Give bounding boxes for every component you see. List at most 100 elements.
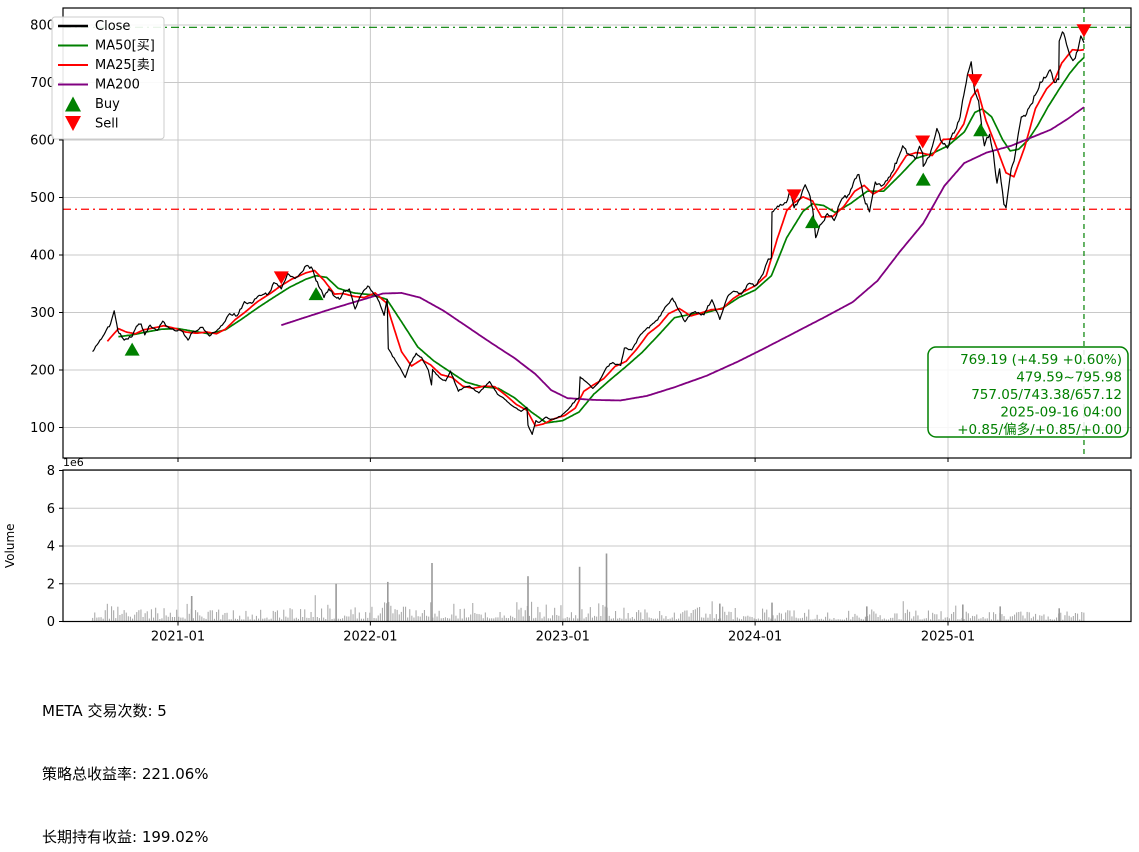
- legend-label: Sell: [95, 117, 118, 132]
- trade-count-line: META 交易次数: 5: [42, 702, 167, 720]
- volume-bar: [344, 615, 346, 622]
- volume-bar: [98, 617, 100, 622]
- volume-bar: [106, 603, 108, 622]
- volume-bar: [967, 613, 969, 622]
- volume-bar: [785, 612, 787, 622]
- volume-spike-bar: [527, 576, 529, 622]
- y-tick-label: 600: [30, 134, 55, 149]
- volume-bar: [608, 615, 610, 622]
- volume-spike-bar: [999, 606, 1001, 622]
- volume-bar: [176, 609, 178, 622]
- volume-bar: [896, 613, 898, 622]
- volume-bar: [852, 616, 854, 622]
- volume-bar: [512, 616, 514, 622]
- volume-bar: [615, 611, 617, 622]
- volume-bar: [352, 614, 354, 622]
- volume-bar: [816, 614, 818, 622]
- volume-bar: [426, 615, 428, 622]
- volume-bar: [468, 617, 470, 622]
- volume-bar: [283, 609, 285, 622]
- volume-bar: [690, 613, 692, 622]
- volume-spike-bar: [771, 602, 773, 622]
- volume-bar: [451, 614, 453, 622]
- volume-tick-label: 8: [47, 464, 55, 479]
- volume-bar: [392, 613, 394, 622]
- volume-bar: [528, 615, 530, 622]
- volume-bar: [827, 612, 829, 622]
- y-tick-label: 500: [30, 191, 55, 206]
- volume-bar: [953, 612, 955, 622]
- volume-bar: [927, 610, 929, 622]
- volume-bar: [1022, 615, 1024, 622]
- volume-bar: [310, 612, 312, 622]
- volume-bar: [848, 610, 850, 622]
- volume-bar: [1070, 617, 1072, 622]
- annotation-line: 757.05/743.38/657.12: [971, 387, 1122, 403]
- volume-bar: [144, 613, 146, 622]
- volume-bar: [879, 615, 881, 622]
- volume-bar: [644, 609, 646, 622]
- volume-bar: [285, 616, 287, 622]
- volume-bar: [864, 616, 866, 622]
- volume-bar: [776, 615, 778, 622]
- volume-bar: [123, 610, 125, 622]
- volume-bar: [854, 613, 856, 622]
- volume-bar: [728, 611, 730, 622]
- annotation-line: 769.19 (+4.59 +0.60%): [960, 352, 1122, 368]
- volume-bar: [134, 614, 136, 622]
- volume-bar: [982, 617, 984, 622]
- volume-bar: [140, 609, 142, 622]
- volume-bar: [787, 610, 789, 622]
- volume-bar: [917, 615, 919, 622]
- volume-bar: [390, 605, 392, 622]
- volume-bar: [245, 610, 247, 622]
- volume-bar: [751, 617, 753, 622]
- volume-bar: [495, 617, 497, 622]
- volume-bar: [409, 609, 411, 622]
- volume-bar: [394, 609, 396, 622]
- volume-bar: [1081, 612, 1083, 622]
- volume-bar: [302, 617, 304, 622]
- volume-bar: [480, 614, 482, 622]
- volume-bar: [1072, 616, 1074, 622]
- volume-bar: [955, 605, 957, 622]
- volume-bar: [1009, 616, 1011, 622]
- volume-bar: [113, 610, 115, 622]
- y-tick-label: 200: [30, 364, 55, 379]
- volume-bar: [589, 607, 591, 622]
- volume-bar: [138, 610, 140, 622]
- y-tick-label: 400: [30, 249, 55, 264]
- volume-bar: [636, 612, 638, 622]
- volume-bar: [354, 607, 356, 622]
- volume-bar: [1026, 611, 1028, 622]
- volume-bar: [705, 613, 707, 622]
- volume-spike-bar: [866, 606, 868, 622]
- sell-marker: [915, 135, 931, 149]
- volume-tick-label: 4: [47, 540, 55, 555]
- volume-bar: [743, 616, 745, 622]
- volume-bar: [724, 611, 726, 622]
- volume-bar: [524, 610, 526, 622]
- volume-bar: [522, 616, 524, 622]
- volume-bar: [726, 615, 728, 622]
- volume-bar: [150, 609, 152, 622]
- volume-bar: [913, 616, 915, 622]
- volume-bar: [111, 606, 113, 622]
- volume-bar: [510, 615, 512, 622]
- annotation-line: +0.85/偏多/+0.85/+0.00: [957, 421, 1122, 438]
- volume-spike-bar: [1058, 608, 1060, 622]
- volume-bar: [1060, 612, 1062, 622]
- volume-bar: [789, 610, 791, 622]
- volume-bar: [197, 612, 199, 622]
- volume-bar: [715, 614, 717, 622]
- volume-bar: [239, 615, 241, 622]
- volume-bar: [199, 615, 201, 622]
- volume-bar: [455, 615, 457, 622]
- volume-bar: [976, 614, 978, 622]
- volume-bar: [940, 611, 942, 622]
- volume-bar: [701, 617, 703, 622]
- volume-bar: [696, 607, 698, 622]
- volume-bar: [405, 606, 407, 622]
- volume-bar: [558, 615, 560, 622]
- volume-bar: [734, 608, 736, 622]
